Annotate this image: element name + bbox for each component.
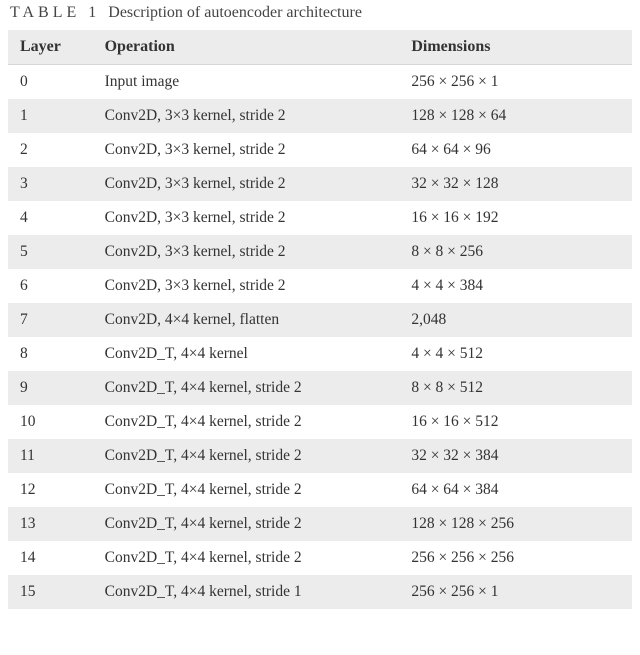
cell-layer: 11 — [8, 439, 93, 473]
cell-dimensions: 256 × 256 × 256 — [399, 541, 632, 575]
cell-dimensions: 8 × 8 × 512 — [399, 371, 632, 405]
cell-dimensions: 64 × 64 × 96 — [399, 133, 632, 167]
table-row: 13Conv2D_T, 4×4 kernel, stride 2128 × 12… — [8, 507, 632, 541]
architecture-table: Layer Operation Dimensions 0Input image2… — [8, 30, 632, 609]
table-row: 11Conv2D_T, 4×4 kernel, stride 232 × 32 … — [8, 439, 632, 473]
cell-layer: 6 — [8, 269, 93, 303]
table-caption: TABLE 1 Description of autoencoder archi… — [8, 4, 632, 30]
table-row: 1Conv2D, 3×3 kernel, stride 2128 × 128 ×… — [8, 99, 632, 133]
cell-layer: 14 — [8, 541, 93, 575]
cell-operation: Conv2D_T, 4×4 kernel, stride 2 — [93, 507, 400, 541]
table-row: 15Conv2D_T, 4×4 kernel, stride 1256 × 25… — [8, 575, 632, 609]
cell-dimensions: 32 × 32 × 128 — [399, 167, 632, 201]
cell-layer: 7 — [8, 303, 93, 337]
table-row: 0Input image256 × 256 × 1 — [8, 65, 632, 100]
table-label: TABLE 1 — [10, 4, 100, 21]
cell-dimensions: 16 × 16 × 512 — [399, 405, 632, 439]
cell-operation: Conv2D, 3×3 kernel, stride 2 — [93, 269, 400, 303]
cell-layer: 10 — [8, 405, 93, 439]
cell-operation: Conv2D_T, 4×4 kernel, stride 2 — [93, 439, 400, 473]
cell-layer: 3 — [8, 167, 93, 201]
cell-dimensions: 128 × 128 × 256 — [399, 507, 632, 541]
table-row: 9Conv2D_T, 4×4 kernel, stride 28 × 8 × 5… — [8, 371, 632, 405]
cell-operation: Conv2D_T, 4×4 kernel, stride 1 — [93, 575, 400, 609]
cell-operation: Conv2D, 3×3 kernel, stride 2 — [93, 99, 400, 133]
table-row: 14Conv2D_T, 4×4 kernel, stride 2256 × 25… — [8, 541, 632, 575]
cell-operation: Conv2D, 3×3 kernel, stride 2 — [93, 235, 400, 269]
table-caption-text: Description of autoencoder architecture — [108, 4, 362, 21]
cell-operation: Conv2D_T, 4×4 kernel, stride 2 — [93, 371, 400, 405]
table-row: 6Conv2D, 3×3 kernel, stride 24 × 4 × 384 — [8, 269, 632, 303]
column-header-dimensions: Dimensions — [399, 30, 632, 65]
table-row: 12Conv2D_T, 4×4 kernel, stride 264 × 64 … — [8, 473, 632, 507]
cell-dimensions: 16 × 16 × 192 — [399, 201, 632, 235]
column-header-operation: Operation — [93, 30, 400, 65]
cell-operation: Conv2D, 3×3 kernel, stride 2 — [93, 133, 400, 167]
cell-layer: 13 — [8, 507, 93, 541]
table-row: 10Conv2D_T, 4×4 kernel, stride 216 × 16 … — [8, 405, 632, 439]
cell-operation: Input image — [93, 65, 400, 100]
cell-layer: 8 — [8, 337, 93, 371]
table-header-row: Layer Operation Dimensions — [8, 30, 632, 65]
cell-layer: 0 — [8, 65, 93, 100]
table-row: 8Conv2D_T, 4×4 kernel4 × 4 × 512 — [8, 337, 632, 371]
cell-layer: 9 — [8, 371, 93, 405]
cell-layer: 15 — [8, 575, 93, 609]
table-row: 4Conv2D, 3×3 kernel, stride 216 × 16 × 1… — [8, 201, 632, 235]
cell-layer: 2 — [8, 133, 93, 167]
cell-dimensions: 4 × 4 × 512 — [399, 337, 632, 371]
cell-operation: Conv2D_T, 4×4 kernel, stride 2 — [93, 473, 400, 507]
cell-operation: Conv2D_T, 4×4 kernel, stride 2 — [93, 541, 400, 575]
cell-dimensions: 32 × 32 × 384 — [399, 439, 632, 473]
cell-layer: 1 — [8, 99, 93, 133]
cell-dimensions: 8 × 8 × 256 — [399, 235, 632, 269]
cell-operation: Conv2D, 3×3 kernel, stride 2 — [93, 167, 400, 201]
cell-layer: 4 — [8, 201, 93, 235]
cell-operation: Conv2D_T, 4×4 kernel, stride 2 — [93, 405, 400, 439]
cell-dimensions: 256 × 256 × 1 — [399, 575, 632, 609]
table-row: 3Conv2D, 3×3 kernel, stride 232 × 32 × 1… — [8, 167, 632, 201]
cell-dimensions: 256 × 256 × 1 — [399, 65, 632, 100]
cell-dimensions: 2,048 — [399, 303, 632, 337]
table-body: 0Input image256 × 256 × 11Conv2D, 3×3 ke… — [8, 65, 632, 610]
cell-layer: 12 — [8, 473, 93, 507]
cell-layer: 5 — [8, 235, 93, 269]
column-header-layer: Layer — [8, 30, 93, 65]
cell-dimensions: 64 × 64 × 384 — [399, 473, 632, 507]
table-row: 5Conv2D, 3×3 kernel, stride 28 × 8 × 256 — [8, 235, 632, 269]
table-row: 2Conv2D, 3×3 kernel, stride 264 × 64 × 9… — [8, 133, 632, 167]
cell-dimensions: 4 × 4 × 384 — [399, 269, 632, 303]
cell-operation: Conv2D_T, 4×4 kernel — [93, 337, 400, 371]
cell-dimensions: 128 × 128 × 64 — [399, 99, 632, 133]
table-row: 7Conv2D, 4×4 kernel, flatten2,048 — [8, 303, 632, 337]
cell-operation: Conv2D, 3×3 kernel, stride 2 — [93, 201, 400, 235]
cell-operation: Conv2D, 4×4 kernel, flatten — [93, 303, 400, 337]
